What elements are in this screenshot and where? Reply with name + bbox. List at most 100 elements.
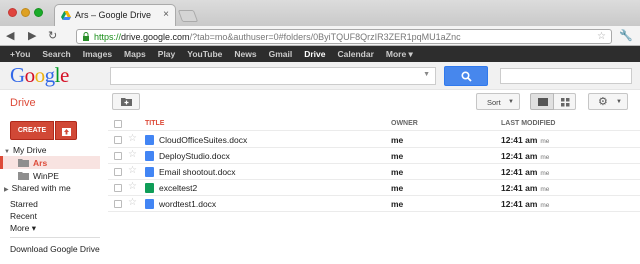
sidebar-selected-highlight [0,156,100,169]
document-icon [145,135,154,145]
row-checkbox[interactable] [114,152,122,160]
download-drive-link[interactable]: Download Google Drive [10,244,100,254]
sidebar-item-label: WinPE [33,171,59,181]
new-tab-button[interactable] [177,10,199,22]
gbar-link[interactable]: More ▾ [386,49,413,60]
modified-time: 12:41 am [501,151,538,161]
gbar-link[interactable]: Play [158,49,176,59]
upload-icon [62,128,71,136]
close-window-button[interactable] [8,8,17,17]
gbar-link[interactable]: Images [83,49,112,59]
expand-right-icon: ▶ [4,187,9,193]
file-name[interactable]: CloudOfficeSuites.docx [159,135,247,145]
gbar-link[interactable]: YouTube [187,49,222,59]
column-owner[interactable]: OWNER [391,120,418,127]
file-modified: 12:41 am me [501,199,549,209]
star-icon[interactable]: ☆ [128,165,137,176]
file-name[interactable]: exceltest2 [159,183,197,193]
reload-icon[interactable]: ↻ [48,29,57,43]
file-name[interactable]: Email shootout.docx [159,167,236,177]
star-icon[interactable]: ☆ [128,197,137,208]
drive-title[interactable]: Drive [10,97,36,109]
settings-button[interactable]: ⚙ ▼ [588,93,628,110]
column-title[interactable]: TITLE [145,120,164,127]
row-checkbox[interactable] [114,136,122,144]
file-row[interactable]: ☆ CloudOfficeSuites.docx me 12:41 am me [108,132,640,148]
logo-letter: e [60,63,69,87]
sidebar-item-recent[interactable]: Recent [10,211,37,221]
column-last-modified[interactable]: LAST MODIFIED [501,120,555,127]
gbar-link[interactable]: Drive [304,49,325,59]
file-list-header: TITLE OWNER LAST MODIFIED [108,118,640,131]
row-checkbox[interactable] [114,168,122,176]
sidebar-item-more[interactable]: More ▾ [10,223,36,234]
account-area[interactable] [500,68,632,84]
star-icon[interactable]: ☆ [128,133,137,144]
modified-by: me [540,202,550,209]
browser-tab[interactable]: Ars – Google Drive × [54,4,176,26]
file-name[interactable]: wordtest1.docx [159,199,216,209]
lock-icon [83,32,89,41]
gbar-link[interactable]: +You [10,49,30,59]
url-path: /?tab=mo&authuser=0#folders/0ByiTQUF8Qrz… [189,32,461,42]
modified-by: me [540,138,550,145]
wrench-icon[interactable]: 🔧 [619,29,633,42]
file-modified: 12:41 am me [501,151,549,161]
file-owner: me [391,151,404,161]
create-button[interactable]: CREATE [10,121,54,140]
zoom-window-button[interactable] [34,8,43,17]
list-view-button[interactable] [530,93,554,110]
document-icon [145,199,154,209]
star-icon[interactable]: ☆ [128,181,137,192]
file-name[interactable]: DeployStudio.docx [159,151,230,161]
sidebar-item-winpe[interactable]: WinPE [18,171,59,181]
file-row[interactable]: ☆ wordtest1.docx me 12:41 am me [108,196,640,212]
modified-by: me [540,186,550,193]
google-logo[interactable]: Google [10,63,69,88]
spreadsheet-icon [145,183,154,193]
gbar-link[interactable]: Maps [124,49,146,59]
grid-view-button[interactable] [554,93,576,110]
tab-close-icon[interactable]: × [163,9,169,20]
address-bar[interactable]: https://drive.google.com/?tab=mo&authuse… [76,29,612,44]
file-modified: 12:41 am me [501,167,549,177]
row-checkbox[interactable] [114,184,122,192]
new-folder-button[interactable] [112,93,140,110]
gbar-link[interactable]: Calendar [338,49,374,59]
folder-icon [18,159,29,167]
search-dropdown-icon[interactable]: ▼ [423,71,430,78]
tab-title: Ars – Google Drive [75,10,152,20]
logo-letter: o [24,63,36,87]
document-icon [145,167,154,177]
sidebar-item-shared[interactable]: ▶ Shared with me [4,183,71,193]
drive-favicon-icon [61,11,71,20]
sidebar-item-my-drive[interactable]: ▼ My Drive [4,145,46,155]
search-icon [461,71,472,82]
modified-by: me [540,170,550,177]
file-row[interactable]: ☆ DeployStudio.docx me 12:41 am me [108,148,640,164]
file-row[interactable]: ☆ Email shootout.docx me 12:41 am me [108,164,640,180]
sort-button[interactable]: Sort ▼ [476,93,520,110]
google-header: Google ▼ [0,62,640,90]
upload-button[interactable] [55,121,77,140]
bookmark-star-icon[interactable]: ☆ [597,31,606,42]
star-icon[interactable]: ☆ [128,149,137,160]
minimize-window-button[interactable] [21,8,30,17]
gbar-link[interactable]: Gmail [269,49,293,59]
list-view-icon [538,98,548,106]
gbar-link[interactable]: News [234,49,256,59]
toolbar: ◀ ▶ ↻ https://drive.google.com/?tab=mo&a… [0,26,640,46]
modified-time: 12:41 am [501,199,538,209]
row-checkbox[interactable] [114,200,122,208]
search-button[interactable] [444,66,488,86]
file-modified: 12:41 am me [501,183,549,193]
search-input[interactable]: ▼ [110,67,436,85]
sidebar-item-ars[interactable]: Ars [18,158,47,168]
logo-letter: o [34,63,46,87]
sidebar-item-starred[interactable]: Starred [10,199,38,209]
file-row[interactable]: ☆ exceltest2 me 12:41 am me [108,180,640,196]
gbar-link[interactable]: Search [42,49,70,59]
back-arrow-icon[interactable]: ◀ [6,29,14,43]
forward-arrow-icon[interactable]: ▶ [28,29,36,43]
select-all-checkbox[interactable] [114,120,122,128]
